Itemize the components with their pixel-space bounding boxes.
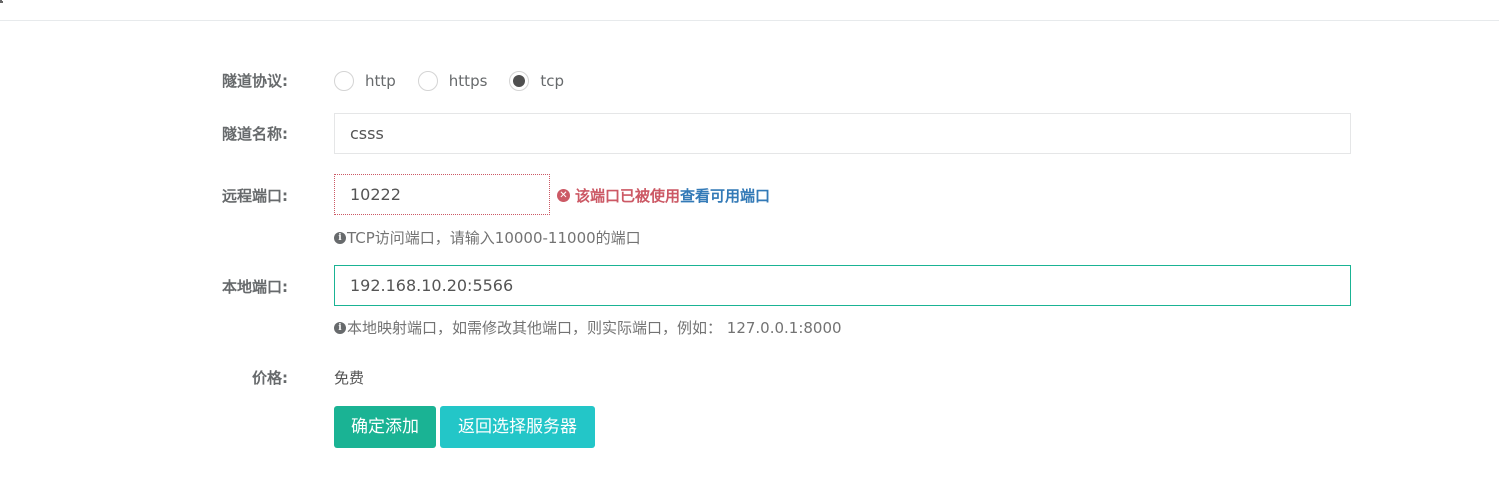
remote-port-label: 远程端口:: [222, 187, 288, 205]
header-divider: [0, 20, 1499, 21]
radio-tcp-circle[interactable]: [509, 71, 530, 91]
remote-port-error: ✕ 该端口已被使用 查看可用端口: [557, 185, 770, 206]
tunnel-name-label: 隧道名称:: [222, 125, 288, 143]
price-label: 价格:: [252, 369, 288, 387]
protocol-label: 隧道协议:: [222, 72, 288, 90]
radio-https-label: https: [448, 72, 488, 90]
tunnel-name-input[interactable]: csss: [334, 113, 1351, 154]
local-port-input[interactable]: 192.168.10.20:5566: [334, 265, 1351, 306]
local-port-help-text: 本地映射端口，如需修改其他端口，则实际端口，例如： 127.0.0.1:8000: [347, 319, 842, 337]
radio-https-circle[interactable]: [417, 71, 438, 91]
radio-https[interactable]: https: [417, 71, 488, 91]
radio-tcp[interactable]: tcp: [509, 71, 564, 91]
info-icon: i: [334, 231, 346, 244]
top-corner-mark: [0, 0, 3, 3]
info-icon: i: [334, 321, 346, 334]
remote-port-input[interactable]: 10222: [334, 174, 550, 215]
radio-http-circle[interactable]: [334, 71, 354, 91]
protocol-radio-group: http https tcp: [334, 69, 586, 93]
confirm-add-button[interactable]: 确定添加: [334, 406, 436, 448]
radio-http-label: http: [365, 72, 396, 90]
local-port-help: i 本地映射端口，如需修改其他端口，则实际端口，例如： 127.0.0.1:80…: [334, 317, 842, 338]
back-to-server-select-button[interactable]: 返回选择服务器: [440, 406, 595, 448]
radio-tcp-label: tcp: [540, 72, 565, 90]
remote-port-help: i TCP访问端口，请输入10000-11000的端口: [334, 227, 641, 248]
radio-http[interactable]: http: [334, 71, 396, 91]
remote-port-help-text: TCP访问端口，请输入10000-11000的端口: [347, 229, 641, 247]
local-port-label: 本地端口:: [222, 278, 288, 296]
view-available-ports-link[interactable]: 查看可用端口: [680, 185, 770, 206]
x-circle-icon: ✕: [557, 189, 570, 202]
remote-port-error-text: 该端口已被使用: [575, 187, 681, 205]
price-value: 免费: [334, 369, 365, 387]
